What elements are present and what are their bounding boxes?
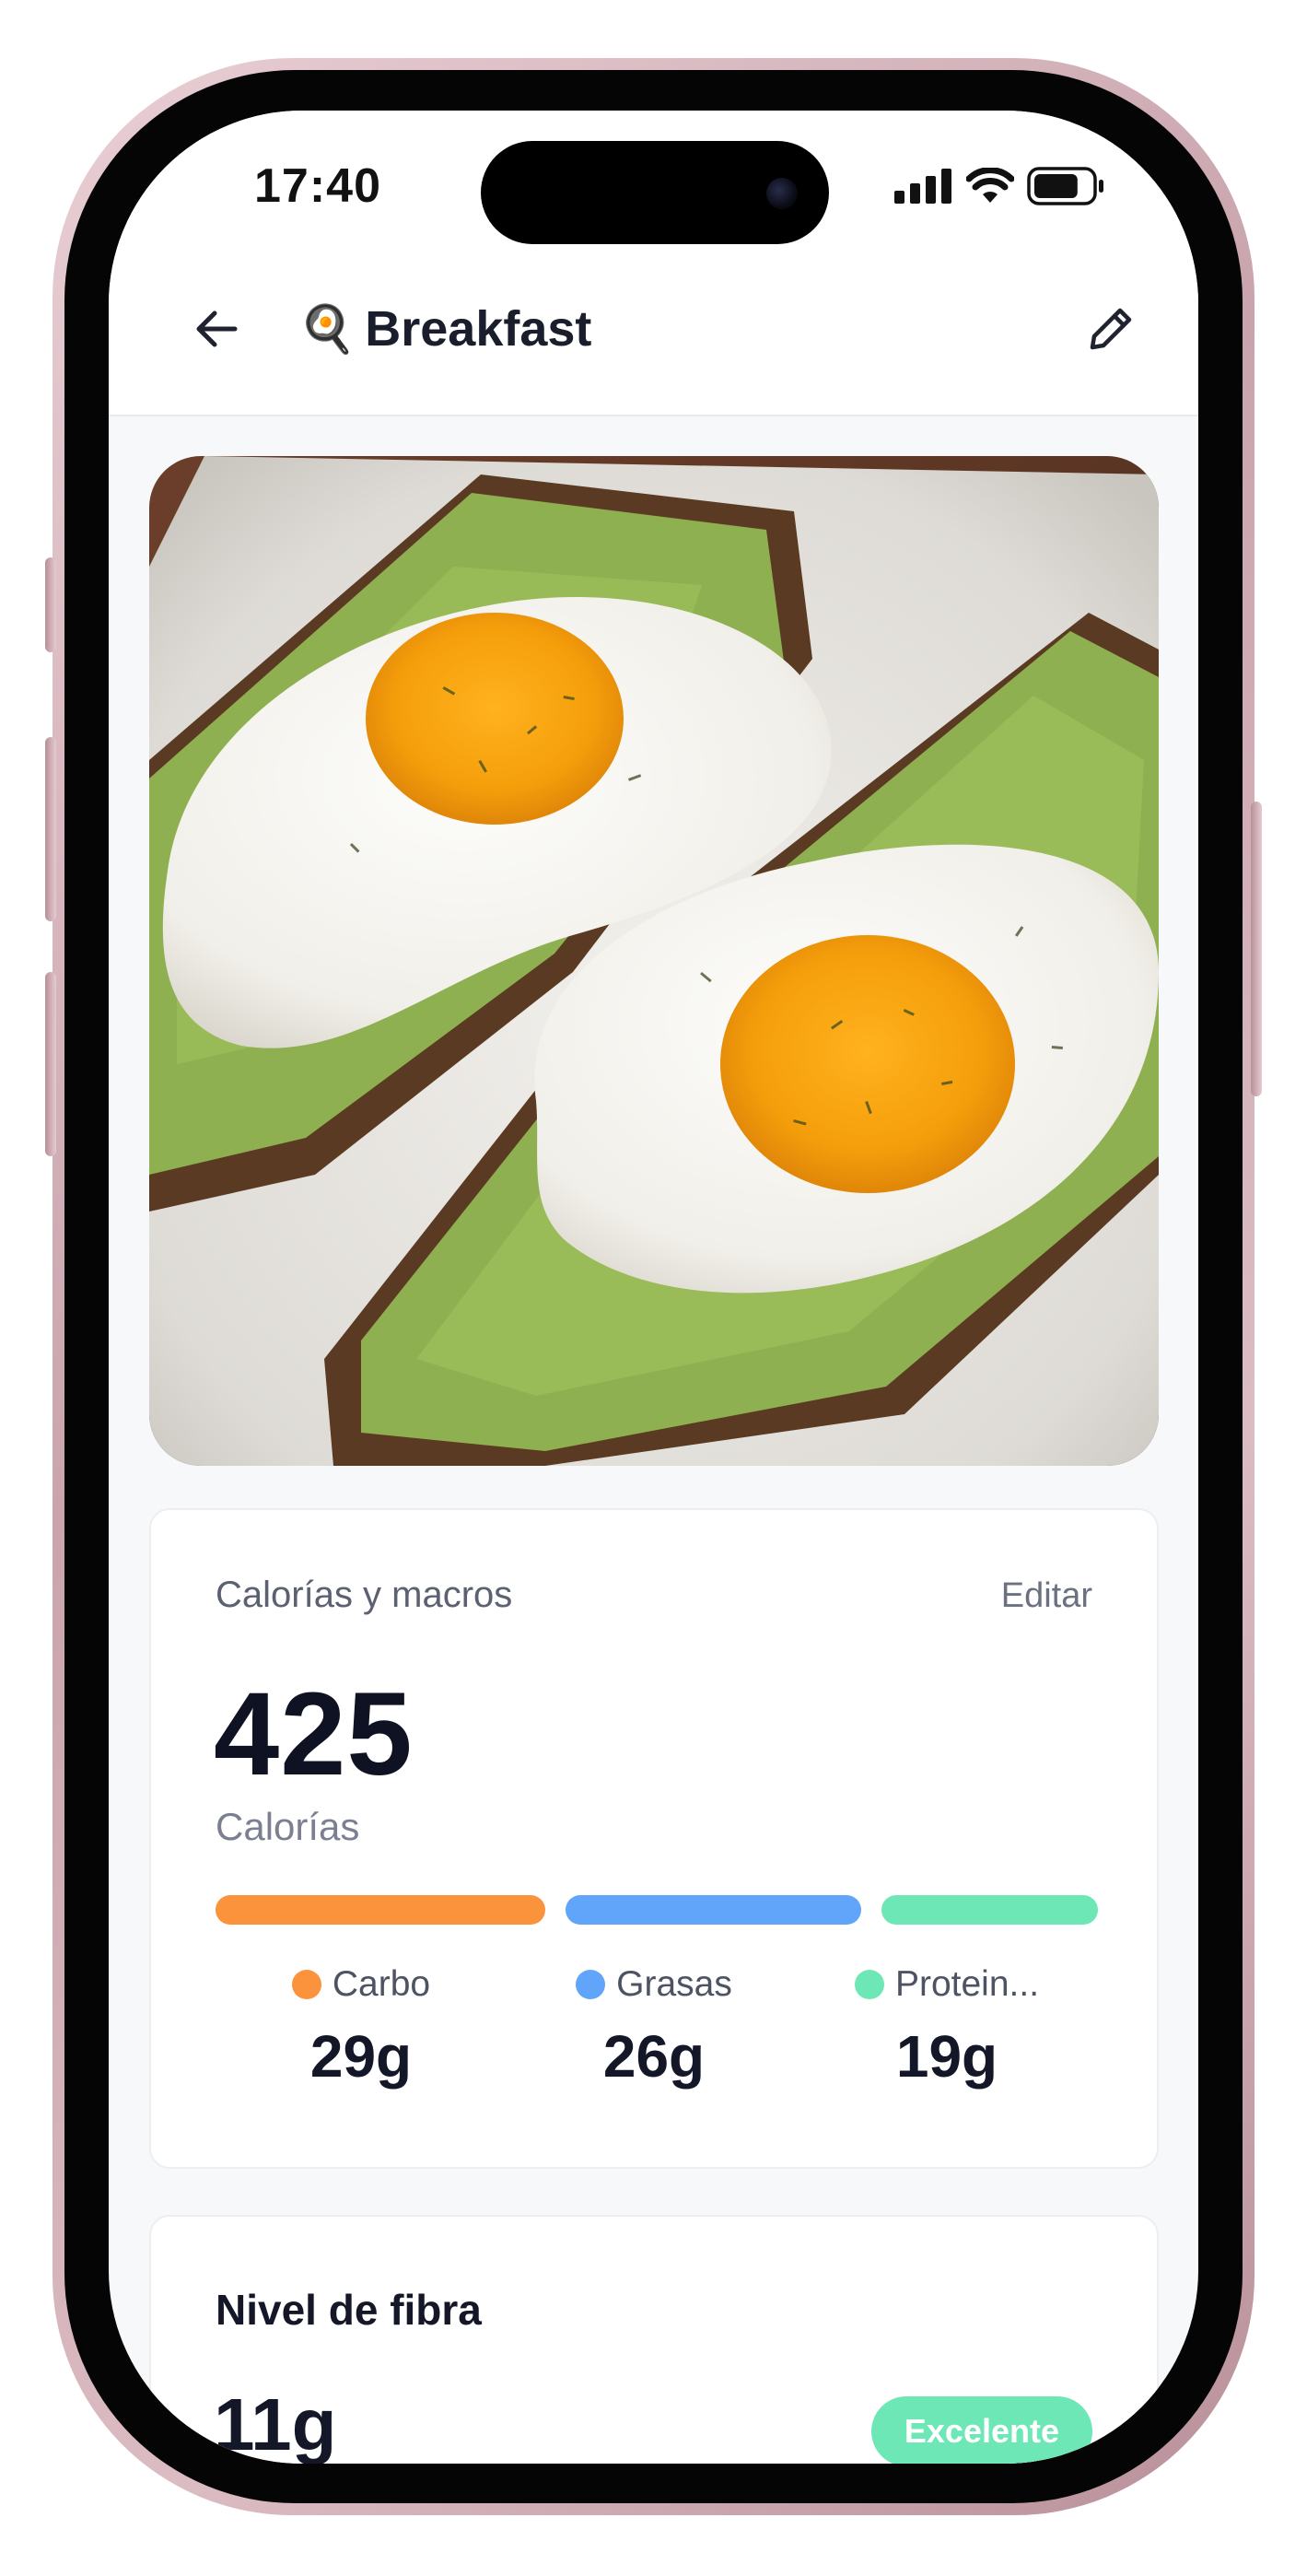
battery-icon xyxy=(1027,167,1103,205)
food-photo xyxy=(149,456,1159,1466)
macro-distribution-bar xyxy=(216,1895,1098,1925)
action-button xyxy=(45,557,56,652)
edit-meal-button[interactable] xyxy=(1079,297,1143,361)
frying-pan-icon: 🍳 xyxy=(298,302,356,355)
macro-legend: Carbo xyxy=(214,1961,508,2008)
pencil-icon xyxy=(1090,308,1132,350)
carbs-dot-icon xyxy=(291,1970,321,1999)
avocado-toast-fried-eggs-photo xyxy=(149,456,1159,1466)
macro-legend: Grasas xyxy=(507,1961,801,2008)
cellular-signal-icon xyxy=(894,169,951,204)
dynamic-island xyxy=(481,141,829,244)
macro-amount: 19g xyxy=(895,2023,998,2090)
fiber-title: Nivel de fibra xyxy=(216,2286,482,2334)
nav-header: 🍳 Breakfast xyxy=(109,249,1198,416)
wifi-icon xyxy=(966,168,1014,203)
protein-dot-icon xyxy=(854,1970,884,1999)
fat-dot-icon xyxy=(576,1970,606,1999)
status-bar: 17:40 xyxy=(109,111,1198,249)
macro-amount: 26g xyxy=(602,2023,706,2090)
macro-carbs: Carbo 29g xyxy=(214,1961,508,2090)
carbs-bar-segment xyxy=(216,1895,546,1925)
arrow-left-icon xyxy=(196,310,238,347)
back-button[interactable] xyxy=(184,297,249,361)
fiber-status-badge: Excelente xyxy=(870,2396,1092,2464)
screen: 17:40 🍳 Breakfast Calorías y macros Edit… xyxy=(109,111,1198,2464)
status-icons xyxy=(894,166,1106,206)
page-title: Breakfast xyxy=(365,301,592,357)
volume-down-button xyxy=(45,972,56,1156)
macro-fat: Grasas 26g xyxy=(507,1961,801,2090)
card-heading: Calorías y macros xyxy=(216,1575,513,1615)
macro-name: Grasas xyxy=(616,1964,732,2004)
title-wrap: 🍳 Breakfast xyxy=(298,297,591,361)
volume-up-button xyxy=(45,737,56,921)
protein-bar-segment xyxy=(881,1895,1098,1925)
status-time: 17:40 xyxy=(254,159,381,213)
calories-macros-card: Calorías y macros Editar 425 Calorías Ca… xyxy=(149,1508,1159,2169)
power-button xyxy=(1251,802,1262,1096)
macro-protein: Protein... 19g xyxy=(799,1961,1094,2090)
macro-name: Protein... xyxy=(894,1964,1040,2004)
front-camera-icon xyxy=(766,178,798,209)
fiber-card: Nivel de fibra 11g Excelente xyxy=(149,2215,1159,2464)
calories-value: 425 xyxy=(214,1669,414,1800)
fiber-value: 11g xyxy=(214,2383,337,2464)
edit-macros-link[interactable]: Editar xyxy=(1001,1576,1092,1616)
calories-label: Calorías xyxy=(216,1805,360,1848)
macro-amount: 29g xyxy=(309,2023,413,2090)
macro-legend: Protein... xyxy=(799,1961,1094,2008)
fat-bar-segment xyxy=(566,1895,862,1925)
macro-name: Carbo xyxy=(332,1964,431,2004)
